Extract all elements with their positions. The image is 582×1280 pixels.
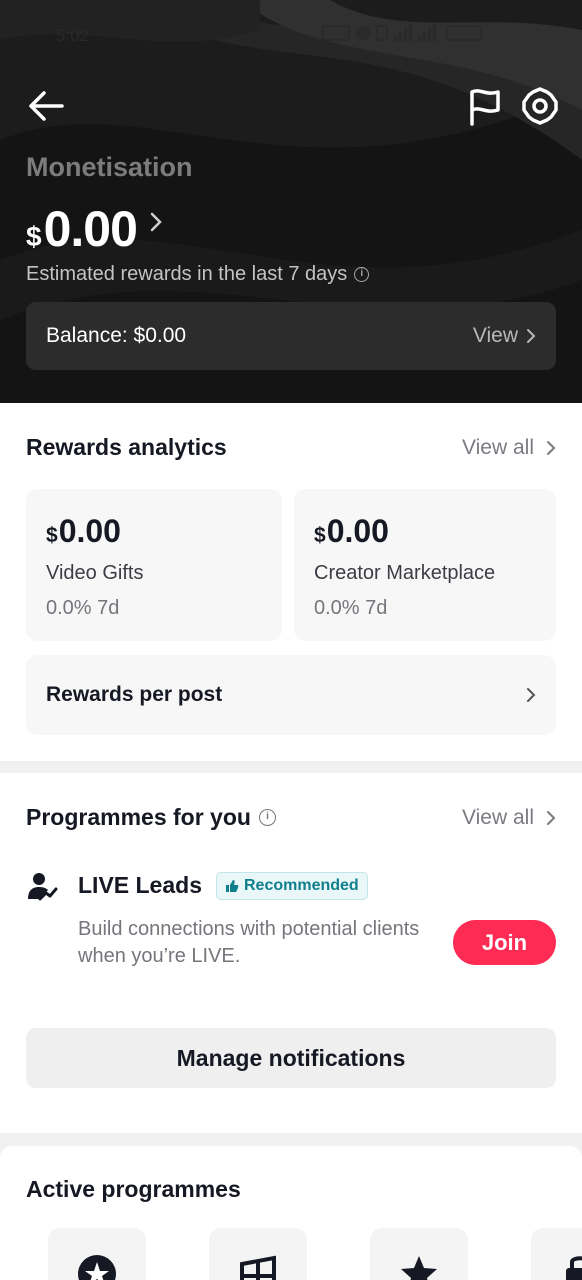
chevron-right-icon (547, 441, 556, 455)
settings-button[interactable] (520, 86, 560, 126)
rewards-per-post-row[interactable]: Rewards per post (26, 655, 556, 735)
chevron-right-icon (150, 212, 162, 232)
programmes-title: Programmes for you (26, 804, 251, 830)
grid-icon (240, 1255, 276, 1280)
rewards-analytics-title: Rewards analytics (26, 434, 227, 460)
metric-number: 0.00 (58, 513, 121, 549)
rewards-view-all-link[interactable]: View all (462, 436, 556, 460)
programmes-title-row: Programmes for you i (26, 804, 276, 831)
active-programme-tile-4[interactable] (531, 1228, 582, 1280)
hero-header: 5:02 Monetisation $ 0.00 Estimated rewar… (0, 0, 582, 403)
report-flag-button[interactable] (466, 86, 504, 126)
estimated-rewards-caption: Estimated rewards in the last 7 days i (26, 263, 370, 286)
thumbs-up-icon (226, 880, 239, 892)
amount-currency: $ (26, 221, 42, 252)
status-time: 5:02 (56, 26, 90, 45)
metric-label: Creator Marketplace (314, 562, 496, 584)
gear-icon (522, 87, 558, 125)
chevron-right-icon (547, 811, 556, 825)
alarm-icon (356, 26, 370, 40)
active-programmes-section: Active programmes (0, 1146, 582, 1280)
star-badge-icon (78, 1255, 116, 1280)
signal-icon (394, 24, 412, 42)
join-button[interactable]: Join (453, 920, 556, 965)
chevron-right-icon (527, 329, 536, 343)
balance-label: Balance: $0.00 (46, 324, 187, 347)
vibrate-icon (376, 25, 388, 41)
info-icon[interactable]: i (354, 267, 370, 282)
metric-change: 0.0% 7d (314, 597, 388, 619)
metric-card-creator-marketplace[interactable]: $ 0.00 Creator Marketplace 0.0% 7d (294, 489, 556, 641)
rewards-per-post-label: Rewards per post (46, 683, 223, 706)
page-title: Monetisation (26, 152, 193, 182)
metric-currency: $ (46, 524, 58, 547)
metric-value: $ 0.00 (314, 513, 536, 550)
active-programme-tile-2[interactable] (209, 1228, 307, 1280)
amount-value: 0.00 (43, 201, 138, 257)
programmes-section: Programmes for you i View all LIVE Leads… (0, 773, 582, 1133)
rewards-amount[interactable]: $ 0.00 (26, 200, 163, 258)
active-programmes-title: Active programmes (26, 1176, 241, 1202)
back-arrow-icon (29, 91, 64, 121)
signal-icon-2 (418, 24, 436, 42)
person-growth-icon (28, 873, 58, 901)
balance-view-link[interactable]: View (473, 324, 536, 348)
recommended-label: Recommended (244, 877, 359, 894)
status-icons (322, 24, 482, 42)
info-icon[interactable]: i (258, 809, 276, 826)
metric-value: $ 0.00 (46, 513, 262, 550)
battery-icon (446, 25, 482, 41)
active-programme-tile-1[interactable] (48, 1228, 146, 1280)
bag-icon (566, 1256, 582, 1280)
rewards-analytics-section: Rewards analytics View all $ 0.00 Video … (0, 403, 582, 761)
programme-description: Build connections with potential clients… (78, 918, 420, 967)
active-programme-tile-3[interactable] (370, 1228, 468, 1280)
star-icon (401, 1256, 437, 1280)
metric-card-video-gifts[interactable]: $ 0.00 Video Gifts 0.0% 7d (26, 489, 282, 641)
chevron-right-icon (527, 688, 536, 702)
view-all-label: View all (462, 806, 534, 829)
recommended-badge: Recommended (216, 872, 368, 900)
metric-change: 0.0% 7d (46, 597, 120, 619)
programme-name: LIVE Leads (78, 872, 202, 898)
estimated-rewards-text: Estimated rewards in the last 7 days (26, 263, 348, 285)
balance-bar[interactable]: Balance: $0.00 View (26, 302, 556, 370)
status-bar: 5:02 (0, 20, 582, 50)
back-button[interactable] (26, 88, 66, 124)
view-all-label: View all (462, 436, 534, 459)
metric-currency: $ (314, 524, 326, 547)
hd-icon (322, 25, 350, 41)
flag-icon (470, 89, 500, 126)
manage-notifications-button[interactable]: Manage notifications (26, 1028, 556, 1088)
metric-label: Video Gifts (46, 562, 144, 584)
metric-number: 0.00 (326, 513, 389, 549)
balance-view-label: View (472, 324, 518, 347)
programmes-view-all-link[interactable]: View all (462, 806, 556, 830)
